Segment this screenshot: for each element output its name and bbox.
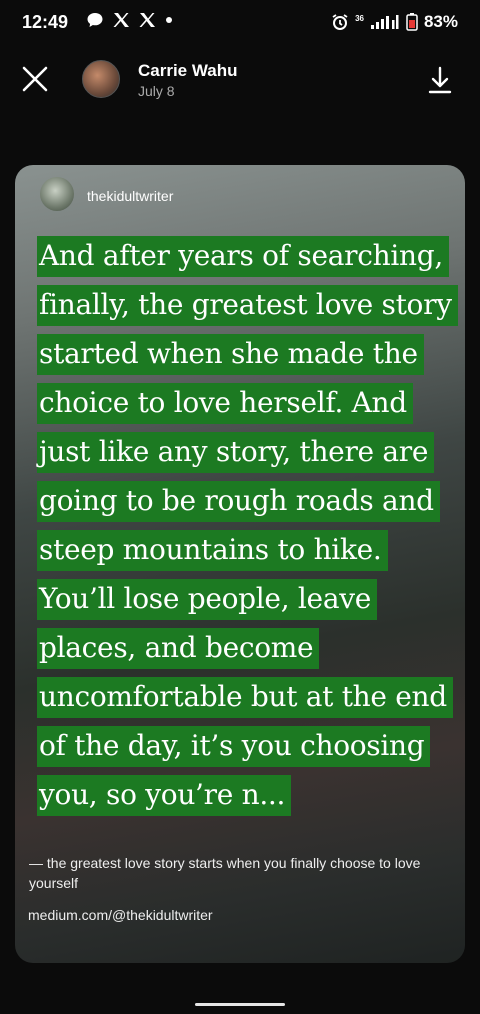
avatar[interactable]	[82, 60, 120, 98]
x-app-icon	[139, 13, 155, 27]
card-avatar	[40, 177, 74, 211]
home-indicator[interactable]	[195, 1003, 285, 1006]
download-icon[interactable]	[428, 66, 452, 94]
notification-icons	[86, 11, 174, 29]
status-bar: 12:49 36 83%	[0, 0, 480, 44]
battery-icon	[406, 13, 418, 31]
dot-icon	[166, 17, 172, 23]
network-type: 36	[355, 13, 364, 23]
battery-percent: 83%	[423, 12, 458, 31]
signal-icon	[370, 15, 399, 29]
post-date: July 8	[138, 83, 175, 99]
x-app-icon	[113, 13, 129, 27]
author-name[interactable]: Carrie Wahu	[138, 61, 238, 81]
card-handle: thekidultwriter	[87, 188, 174, 204]
quote-text: And after years of searching, finally, t…	[37, 231, 458, 819]
chat-bubble-icon	[87, 13, 103, 27]
story-header: Carrie Wahu July 8	[0, 48, 480, 108]
quote-highlight: And after years of searching, finally, t…	[37, 236, 458, 816]
close-icon[interactable]	[20, 64, 50, 94]
status-time: 12:49	[22, 12, 69, 32]
story-card[interactable]: thekidultwriter And after years of searc…	[15, 165, 465, 963]
status-right: 36 83%	[331, 12, 458, 32]
source-link[interactable]: medium.com/@thekidultwriter	[28, 907, 213, 923]
alarm-icon	[332, 14, 348, 30]
quote-caption: — the greatest love story starts when yo…	[29, 855, 421, 891]
